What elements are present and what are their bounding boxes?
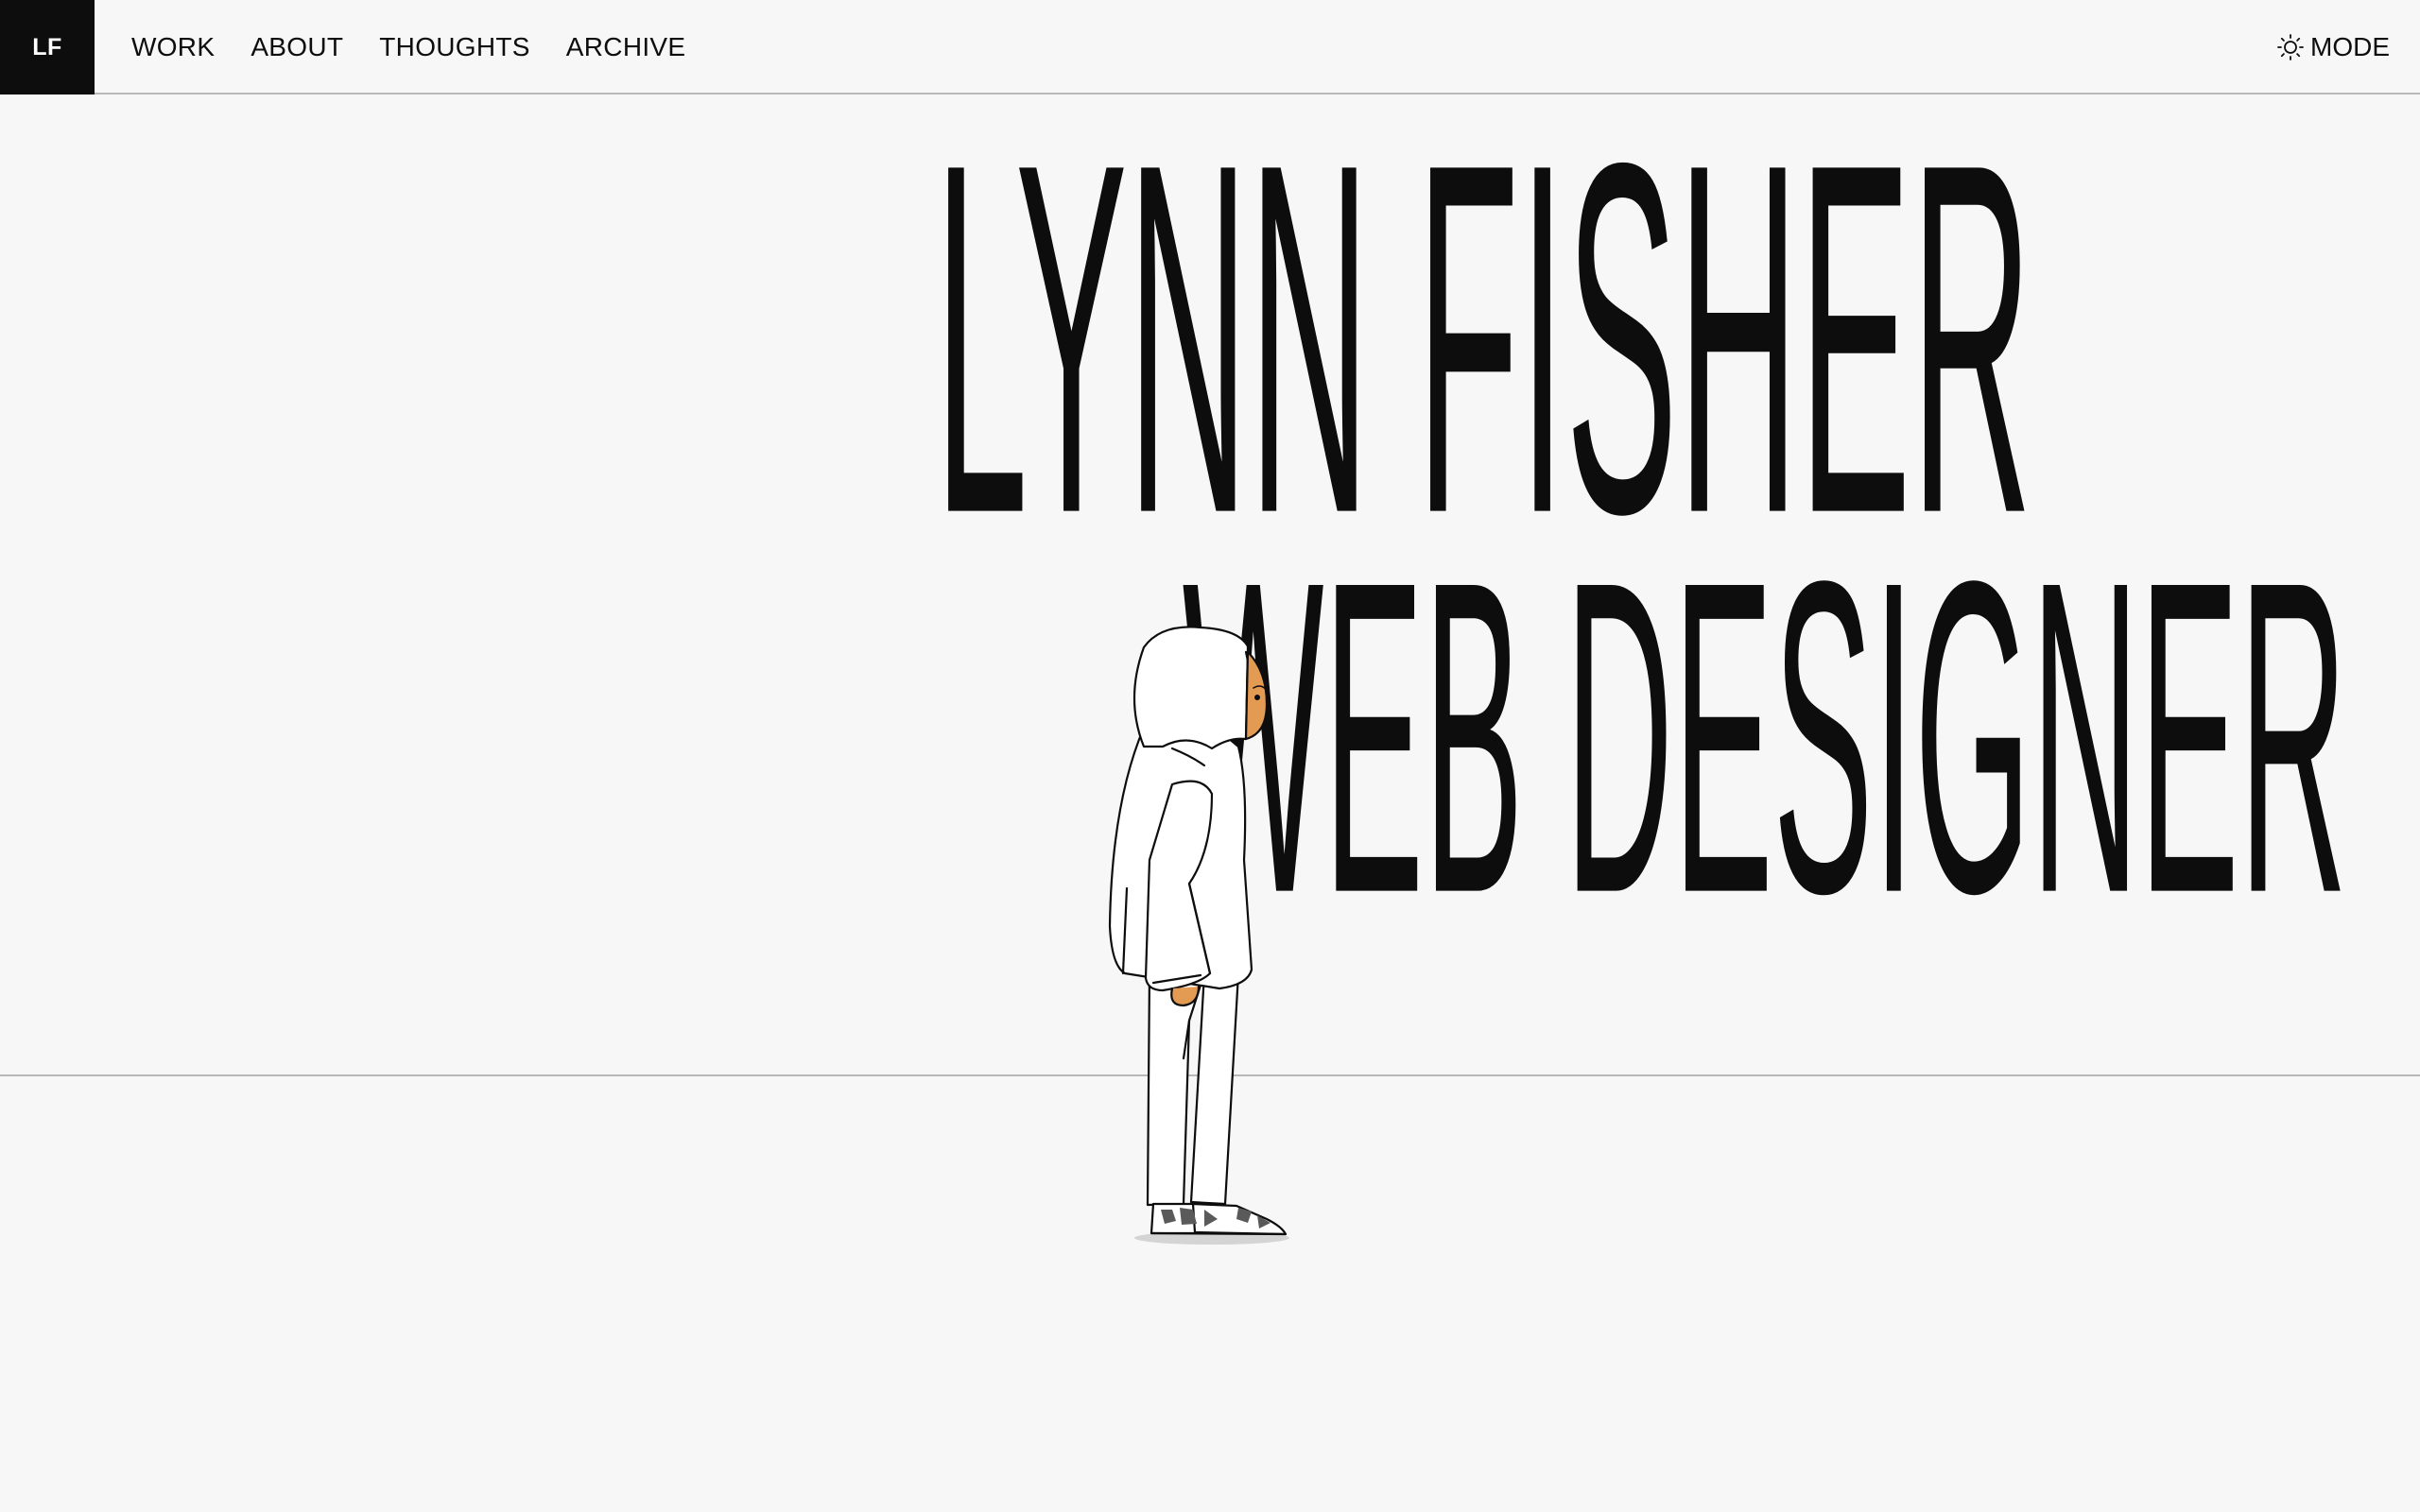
mode-label: MODE bbox=[2310, 32, 2390, 61]
sun-icon bbox=[2277, 34, 2304, 60]
main-nav: WORK ABOUT THOUGHTS ARCHIVE bbox=[131, 0, 685, 94]
mode-toggle-button[interactable]: MODE bbox=[2276, 0, 2390, 94]
nav-item-thoughts[interactable]: THOUGHTS bbox=[379, 32, 530, 62]
logo-home-link[interactable]: LF bbox=[0, 0, 95, 94]
hooded-figure-illustration bbox=[1108, 626, 1289, 1245]
nav-item-archive[interactable]: ARCHIVE bbox=[566, 32, 686, 62]
nav-item-about[interactable]: ABOUT bbox=[251, 32, 343, 62]
hero-title-role-text: WEB DESIGNER bbox=[1182, 488, 2347, 986]
nav-item-work[interactable]: WORK bbox=[131, 32, 215, 62]
